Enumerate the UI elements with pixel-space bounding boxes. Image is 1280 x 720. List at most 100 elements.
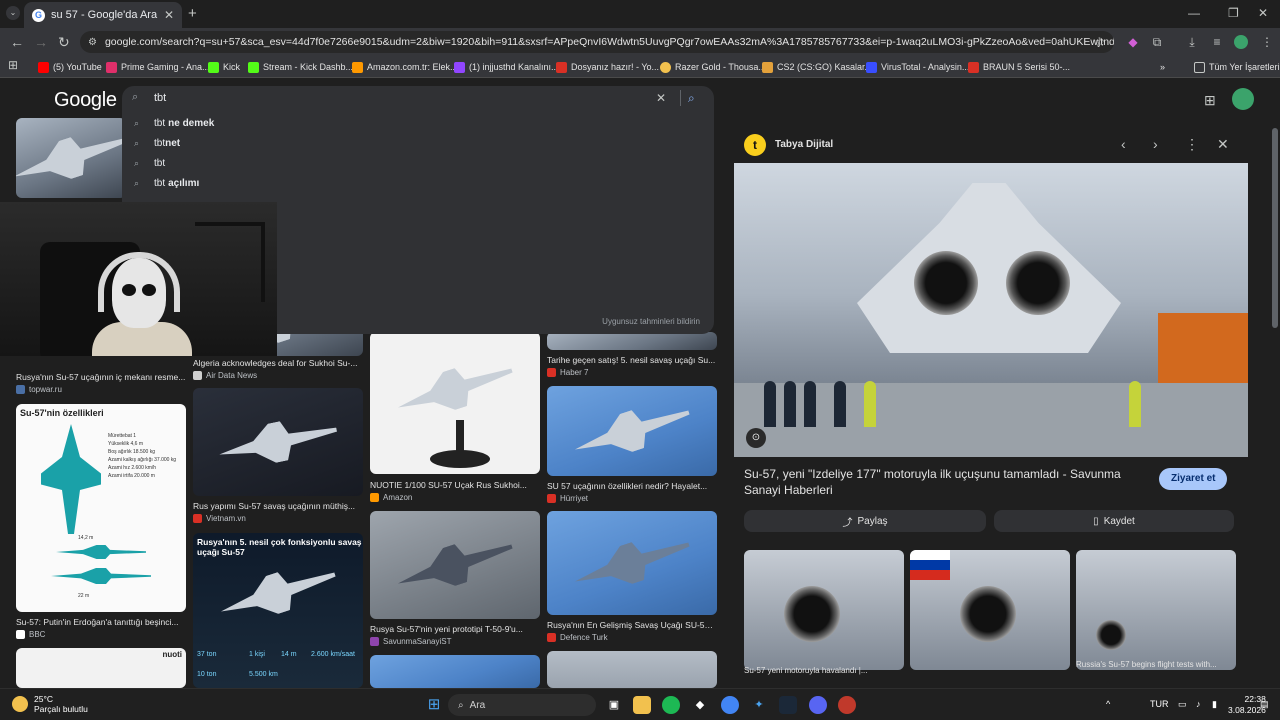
restore-icon[interactable]: ❐ — [1228, 6, 1239, 20]
language-indicator[interactable]: TUR — [1150, 699, 1169, 709]
result-title[interactable]: Rusya'nın Su-57 uçağının iç mekanı resme… — [16, 372, 186, 382]
report-predictions-link[interactable]: Uygunsuz tahminleri bildirin — [602, 317, 700, 326]
notification-icon[interactable]: ▤ — [1260, 699, 1269, 710]
result-title[interactable]: Rus yapımı Su-57 savaş uçağının müthiş..… — [193, 501, 363, 511]
extension-icon[interactable]: ◆ — [1126, 35, 1140, 49]
related-image[interactable] — [1076, 550, 1236, 670]
bookmark-amazon[interactable]: Amazon.com.tr: Elek... — [352, 59, 458, 75]
tray-overflow-icon[interactable]: ^ — [1106, 699, 1110, 709]
bookmark-star-icon[interactable]: ☆ — [1093, 35, 1107, 49]
result-title[interactable]: Algeria acknowledges deal for Sukhoi Su-… — [193, 358, 363, 368]
file-explorer-icon[interactable] — [633, 696, 651, 714]
extensions-puzzle-icon[interactable]: ⧉ — [1150, 35, 1164, 49]
bookmark-cs2[interactable]: CS2 (CS:GO) Kasalar... — [762, 59, 872, 75]
minimize-icon[interactable]: — — [1188, 6, 1200, 20]
clear-search-icon[interactable]: ✕ — [656, 91, 666, 105]
google-logo[interactable]: Google — [54, 89, 117, 112]
result-source[interactable]: Air Data News — [193, 371, 257, 380]
source-logo[interactable]: t — [744, 134, 766, 156]
result-image-infographic[interactable]: Su-57'nin özellikleri Mürettebat 1 Yükse… — [16, 404, 186, 612]
result-image[interactable] — [547, 332, 717, 350]
result-source[interactable]: Haber 7 — [547, 368, 588, 377]
taskbar-search[interactable]: ⌕ Ara — [448, 694, 596, 716]
close-panel-icon[interactable]: ✕ — [1217, 136, 1229, 153]
account-avatar[interactable] — [1232, 88, 1254, 110]
result-source[interactable]: Amazon — [370, 493, 412, 502]
reload-icon[interactable]: ↻ — [58, 34, 70, 51]
more-bookmarks-icon[interactable]: » — [1160, 59, 1165, 75]
image-title[interactable]: Su-57, yeni "Izdeliye 177" motoruyla ilk… — [744, 466, 1144, 498]
new-tab-button[interactable]: + — [188, 5, 197, 22]
steam-icon[interactable] — [779, 696, 797, 714]
bookmark-braun[interactable]: BRAUN 5 Serisi 50-... — [968, 59, 1070, 75]
result-source[interactable]: topwar.ru — [16, 385, 62, 394]
bookmark-twitch[interactable]: (1) injjusthd Kanalını... — [454, 59, 559, 75]
suggestion-item[interactable]: ⌕ tbt açılımı — [134, 174, 199, 192]
google-apps-icon[interactable]: ⊞ — [1204, 92, 1216, 109]
app-icon[interactable]: ✦ — [750, 696, 768, 714]
discord-icon[interactable] — [809, 696, 827, 714]
result-image[interactable] — [547, 386, 717, 476]
back-icon[interactable]: ← — [10, 34, 24, 50]
result-source[interactable]: SavunmaSanayiST — [370, 637, 451, 646]
network-icon[interactable]: ▭ — [1178, 699, 1187, 710]
spotify-icon[interactable] — [662, 696, 680, 714]
suggestion-item[interactable]: ⌕ tbt — [134, 154, 165, 172]
browser-tab[interactable]: G su 57 - Google'da Ara ✕ — [24, 2, 182, 28]
weather-widget[interactable]: 25°C Parçalı bulutlu — [12, 694, 88, 714]
share-button[interactable]: ⤴ Paylaş — [744, 510, 986, 532]
result-image[interactable] — [370, 655, 540, 688]
apps-grid-icon[interactable]: ⊞ — [6, 58, 20, 72]
result-source[interactable]: BBC — [16, 630, 45, 639]
preview-image[interactable] — [734, 163, 1248, 457]
result-image[interactable] — [16, 118, 126, 198]
more-options-icon[interactable]: ⋮ — [1185, 136, 1199, 153]
windows-start-icon[interactable]: ⊞ — [425, 696, 443, 714]
result-image[interactable] — [193, 388, 363, 496]
site-info-icon[interactable]: ⚙ — [88, 37, 97, 48]
result-image[interactable] — [370, 511, 540, 619]
chrome-icon[interactable] — [721, 696, 739, 714]
result-title[interactable]: NUOTIE 1/100 SU-57 Uçak Rus Sukhoi... — [370, 480, 540, 490]
result-title[interactable]: Tarihe geçen satış! 5. nesil savaş uçağı… — [547, 355, 717, 365]
result-image[interactable] — [547, 651, 717, 688]
volume-icon[interactable]: ♪ — [1196, 699, 1201, 709]
forward-icon[interactable]: → — [34, 34, 48, 50]
suggestion-item[interactable]: ⌕ tbt net — [134, 134, 180, 152]
app-icon[interactable] — [838, 696, 856, 714]
close-tab-icon[interactable]: ✕ — [164, 8, 174, 22]
page-scrollbar[interactable] — [1272, 128, 1278, 328]
profile-avatar[interactable] — [1234, 35, 1248, 49]
related-image[interactable] — [744, 550, 904, 670]
address-bar[interactable]: ⚙ google.com/search?q=su+57&sca_esv=44d7… — [80, 31, 1114, 53]
related-title[interactable]: Russia's Su-57 begins flight tests with.… — [1076, 660, 1236, 669]
previous-icon[interactable]: ‹ — [1121, 136, 1126, 152]
result-image[interactable]: nuoti — [16, 648, 186, 688]
result-image[interactable] — [547, 511, 717, 615]
result-title[interactable]: SU 57 uçağının özellikleri nedir? Hayale… — [547, 481, 717, 491]
battery-icon[interactable]: ▮ — [1212, 699, 1217, 710]
related-title[interactable]: Su-57 yeni motoruyla havalandı |... — [744, 666, 904, 675]
result-source[interactable]: Hürriyet — [547, 494, 588, 503]
reading-list-icon[interactable]: ≡ — [1210, 35, 1224, 49]
bookmark-kick-dashboard[interactable]: Stream - Kick Dashb... — [248, 59, 353, 75]
visit-button[interactable]: Ziyaret et — [1159, 468, 1228, 490]
related-image[interactable] — [910, 550, 1070, 670]
result-source[interactable]: Defence Turk — [547, 633, 608, 642]
result-title[interactable]: Su-57: Putin'in Erdoğan'a tanıttığı beşi… — [16, 617, 186, 627]
task-view-icon[interactable]: ▣ — [605, 696, 623, 714]
search-submit-icon[interactable]: ⌕ — [688, 91, 695, 106]
bookmark-youtube[interactable]: (5) YouTube — [38, 59, 102, 75]
next-icon[interactable]: › — [1153, 136, 1158, 152]
result-title[interactable]: Rusya Su-57'nin yeni prototipi T-50-9'u.… — [370, 624, 540, 634]
result-image-infographic[interactable]: Rusya'nın 5. nesil çok fonksiyonlu savaş… — [193, 533, 363, 688]
bookmark-download[interactable]: Dosyanız hazır! - Yo... — [556, 59, 659, 75]
download-icon[interactable]: ⤓ — [1185, 35, 1199, 49]
result-image-model[interactable] — [370, 332, 540, 474]
chrome-menu-icon[interactable]: ⋮ — [1260, 35, 1274, 49]
close-window-icon[interactable]: ✕ — [1258, 6, 1268, 20]
all-bookmarks[interactable]: Tüm Yer İşaretleri — [1194, 59, 1280, 75]
search-input[interactable]: tbt — [154, 92, 166, 104]
search-box[interactable]: ⌕ tbt ✕ ⌕ — [122, 86, 714, 112]
source-name[interactable]: Tabya Dijital — [775, 139, 833, 150]
